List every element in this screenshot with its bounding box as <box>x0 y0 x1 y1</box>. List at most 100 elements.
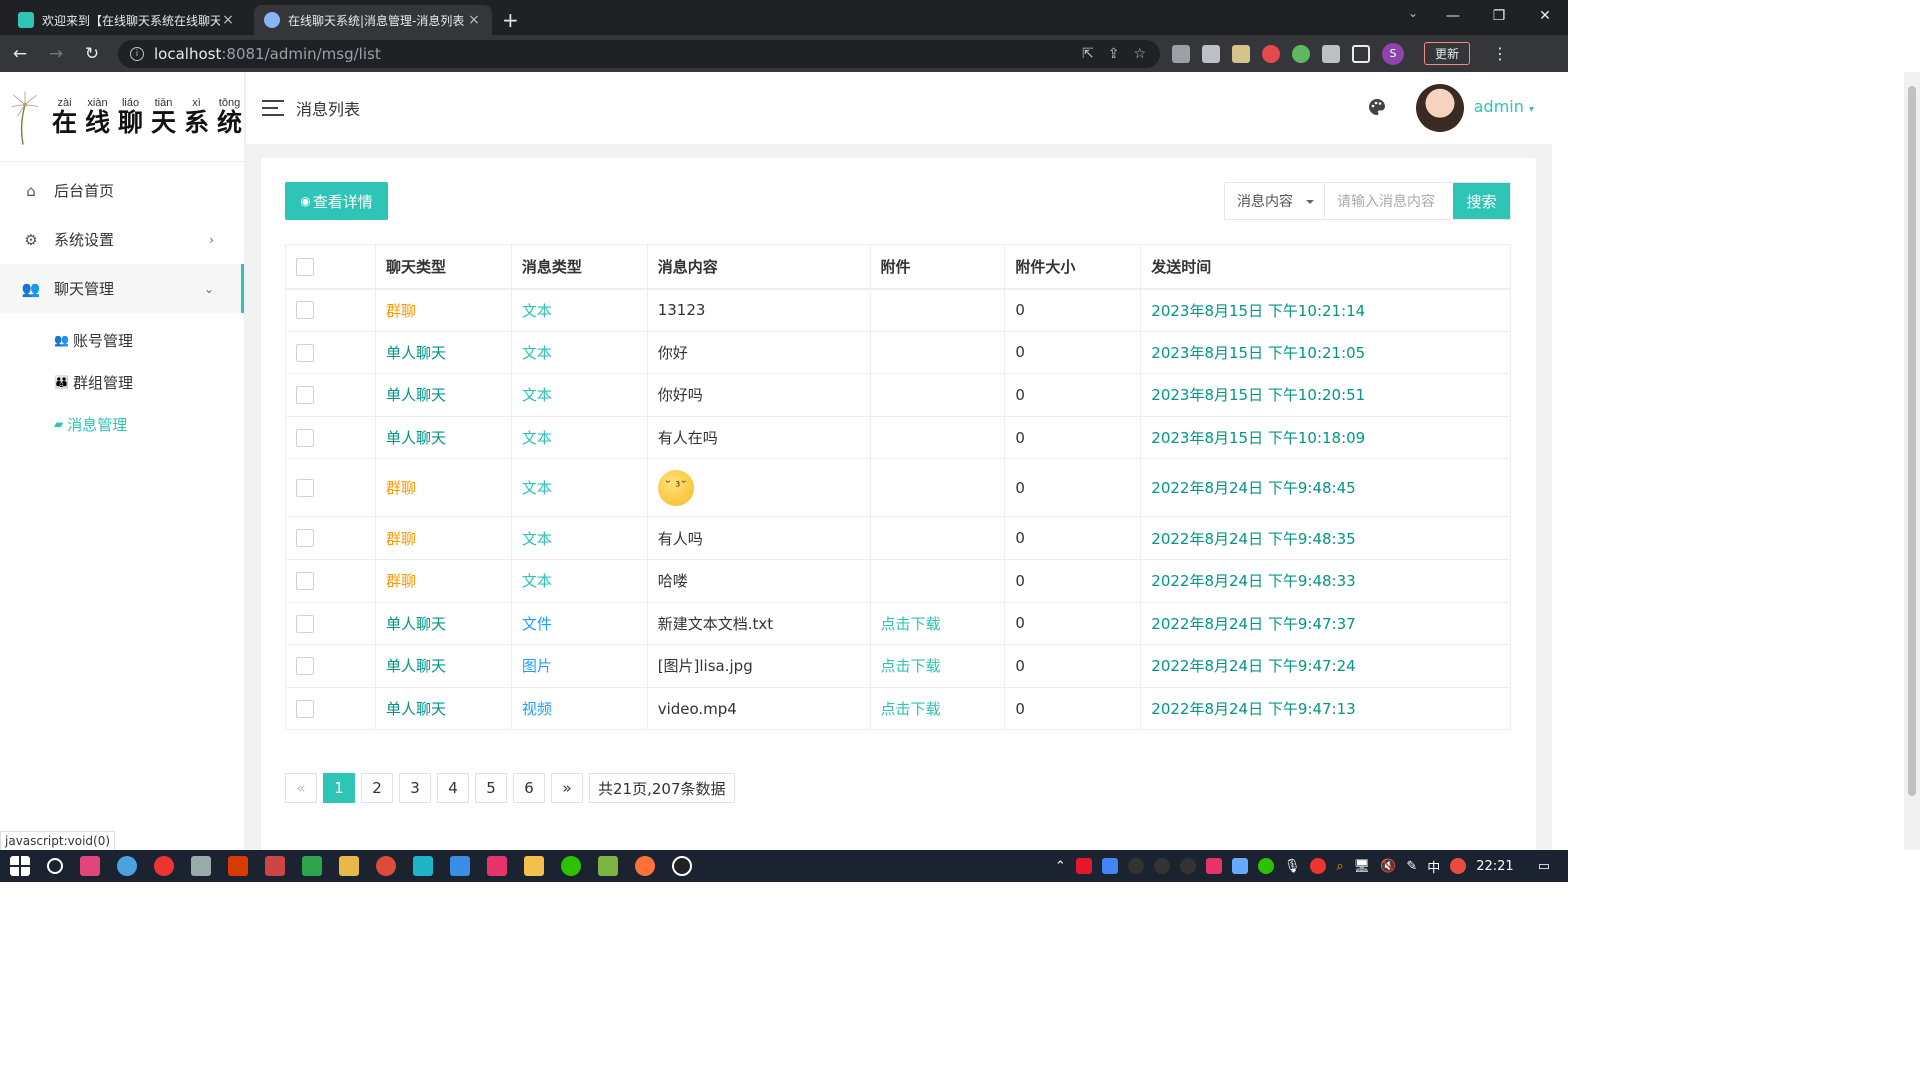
search-icon[interactable] <box>47 858 63 874</box>
new-tab-button[interactable]: + <box>502 5 519 35</box>
row-checkbox[interactable] <box>296 301 314 320</box>
editor-app-icon[interactable] <box>413 856 433 876</box>
camera-extension-icon[interactable] <box>1202 44 1220 63</box>
close-tab-icon[interactable]: × <box>220 12 236 28</box>
minimize-icon[interactable]: — <box>1430 0 1476 32</box>
restore-icon[interactable]: ❐ <box>1476 0 1522 32</box>
notepad-app-icon[interactable] <box>598 856 618 876</box>
share-icon[interactable]: ⇪ <box>1108 46 1120 62</box>
page-button[interactable]: 4 <box>437 773 469 803</box>
close-window-icon[interactable]: ✕ <box>1522 0 1568 32</box>
download-link[interactable]: 点击下载 <box>870 687 1006 731</box>
table-row[interactable]: 群聊 文本 ˘ ³˘ 0 2022年8月24日 下午9:48:45 <box>285 458 1511 518</box>
record-tray-icon[interactable] <box>1310 858 1327 874</box>
extension-icon[interactable] <box>1172 44 1190 63</box>
obs-app-icon[interactable] <box>672 856 692 876</box>
username-dropdown[interactable]: admin ▾ <box>1474 97 1534 116</box>
search-tray-icon[interactable]: ⌕ <box>1336 859 1343 874</box>
browser-tab-2[interactable]: 在线聊天系统|消息管理-消息列表 × <box>254 5 492 35</box>
weibo-tray-icon[interactable] <box>1075 858 1092 874</box>
tray-icon[interactable] <box>1101 858 1118 874</box>
sidebar-item-accounts[interactable]: 👥 账号管理 <box>0 319 244 361</box>
rider-app-icon[interactable] <box>487 856 507 876</box>
chrome-app-icon[interactable] <box>376 856 396 876</box>
tab-search-icon[interactable]: ⌄ <box>1408 6 1418 20</box>
row-checkbox[interactable] <box>296 343 314 362</box>
page-scrollbar[interactable] <box>1904 72 1920 850</box>
table-row[interactable]: 群聊 文本 有人吗 0 2022年8月24日 下午9:48:35 <box>285 516 1511 560</box>
table-row[interactable]: 单人聊天 文件 新建文本文档.txt 点击下载 0 2022年8月24日 下午9… <box>285 602 1511 646</box>
tray-icon[interactable] <box>1205 858 1222 874</box>
network-icon[interactable]: 🖥 <box>1354 859 1371 874</box>
page-button[interactable]: 1 <box>323 773 355 803</box>
qq-tray-icon[interactable] <box>1153 858 1170 874</box>
sidebar-item-settings[interactable]: ⚙ 系统设置 › <box>0 215 244 264</box>
pen-icon[interactable]: ✎ <box>1406 859 1417 874</box>
download-link[interactable]: 点击下载 <box>870 644 1006 688</box>
page-button[interactable]: 2 <box>361 773 393 803</box>
table-row[interactable]: 单人聊天 文本 你好吗 0 2023年8月15日 下午10:20:51 <box>285 373 1511 417</box>
qq-tray-icon[interactable] <box>1127 858 1144 874</box>
tool-app-icon[interactable] <box>265 856 285 876</box>
wechat-tray-icon[interactable] <box>1257 858 1274 874</box>
view-details-button[interactable]: ◉ 查看详情 <box>285 182 388 220</box>
scrollbar-thumb[interactable] <box>1908 86 1916 796</box>
table-row[interactable]: 群聊 文本 13123 0 2023年8月15日 下午10:21:14 <box>285 288 1511 332</box>
palette-icon[interactable] <box>1368 98 1386 116</box>
sidebar-item-groups[interactable]: 👪 群组管理 <box>0 361 244 403</box>
sidebar-item-home[interactable]: ⌂ 后台首页 <box>0 166 244 215</box>
wechat-app-icon[interactable] <box>561 856 581 876</box>
row-checkbox[interactable] <box>296 529 314 548</box>
select-all-checkbox[interactable] <box>296 257 314 276</box>
row-checkbox[interactable] <box>296 479 314 498</box>
forward-icon[interactable]: → <box>40 38 72 70</box>
user-avatar[interactable] <box>1416 84 1464 132</box>
puzzle-extensions-icon[interactable] <box>1322 44 1340 63</box>
open-in-icon[interactable]: ⇱ <box>1082 46 1094 62</box>
site-info-icon[interactable]: i <box>130 46 144 61</box>
microphone-icon[interactable]: 🎙 <box>1284 859 1301 874</box>
sidebar-item-chat-management[interactable]: 👥 聊天管理 ⌄ <box>0 264 244 313</box>
reload-icon[interactable]: ↻ <box>76 38 108 70</box>
row-checkbox[interactable] <box>296 428 314 447</box>
ide-app-icon[interactable] <box>80 856 100 876</box>
row-checkbox[interactable] <box>296 699 314 718</box>
profile-avatar[interactable]: S <box>1382 42 1404 65</box>
notification-icon[interactable]: ▭ <box>1538 859 1550 874</box>
table-row[interactable]: 单人聊天 视频 video.mp4 点击下载 0 2022年8月24日 下午9:… <box>285 687 1511 731</box>
table-row[interactable]: 群聊 文本 哈喽 0 2022年8月24日 下午9:48:33 <box>285 559 1511 603</box>
image-extension-icon[interactable] <box>1232 44 1250 63</box>
row-checkbox[interactable] <box>296 614 314 633</box>
office-app-icon[interactable] <box>228 856 248 876</box>
browser-app-icon[interactable] <box>117 856 137 876</box>
search-field-select[interactable]: 消息内容 <box>1225 183 1325 219</box>
download-link[interactable]: 点击下载 <box>870 602 1006 646</box>
sogou-tray-icon[interactable] <box>1450 858 1467 874</box>
prev-page-button[interactable]: « <box>285 773 317 803</box>
table-row[interactable]: 单人聊天 文本 有人在吗 0 2023年8月15日 下午10:18:09 <box>285 416 1511 460</box>
row-checkbox[interactable] <box>296 386 314 405</box>
page-button[interactable]: 3 <box>399 773 431 803</box>
menu-toggle-icon[interactable] <box>262 100 284 116</box>
page-button[interactable]: 6 <box>513 773 545 803</box>
qq-tray-icon[interactable] <box>1179 858 1196 874</box>
monitor-app-icon[interactable] <box>191 856 211 876</box>
column-header[interactable]: 消息类型 <box>511 244 648 290</box>
bookmark-star-icon[interactable]: ☆ <box>1133 46 1146 62</box>
sidepanel-icon[interactable] <box>1352 44 1370 63</box>
browser-tab-1[interactable]: 欢迎来到【在线聊天系统在线聊天 × <box>8 5 246 35</box>
record-app-icon[interactable] <box>154 856 174 876</box>
explorer-app-icon[interactable] <box>524 856 544 876</box>
table-row[interactable]: 单人聊天 文本 你好 0 2023年8月15日 下午10:21:05 <box>285 331 1511 375</box>
volume-muted-icon[interactable]: 🔇 <box>1380 859 1396 874</box>
column-header[interactable]: 发送时间 <box>1140 244 1511 290</box>
shield-extension-icon[interactable] <box>1262 44 1280 63</box>
column-header[interactable]: 附件 <box>870 244 1006 290</box>
column-header[interactable]: 消息内容 <box>647 244 871 290</box>
windows-start-icon[interactable] <box>10 856 30 876</box>
sync-app-icon[interactable] <box>302 856 322 876</box>
update-button[interactable]: 更新 <box>1424 42 1471 65</box>
leaf-extension-icon[interactable] <box>1292 44 1310 63</box>
address-bar[interactable]: i localhost :8081/admin/msg/list ⇱ ⇪ ☆ <box>118 39 1160 68</box>
firefox-app-icon[interactable] <box>635 856 655 876</box>
